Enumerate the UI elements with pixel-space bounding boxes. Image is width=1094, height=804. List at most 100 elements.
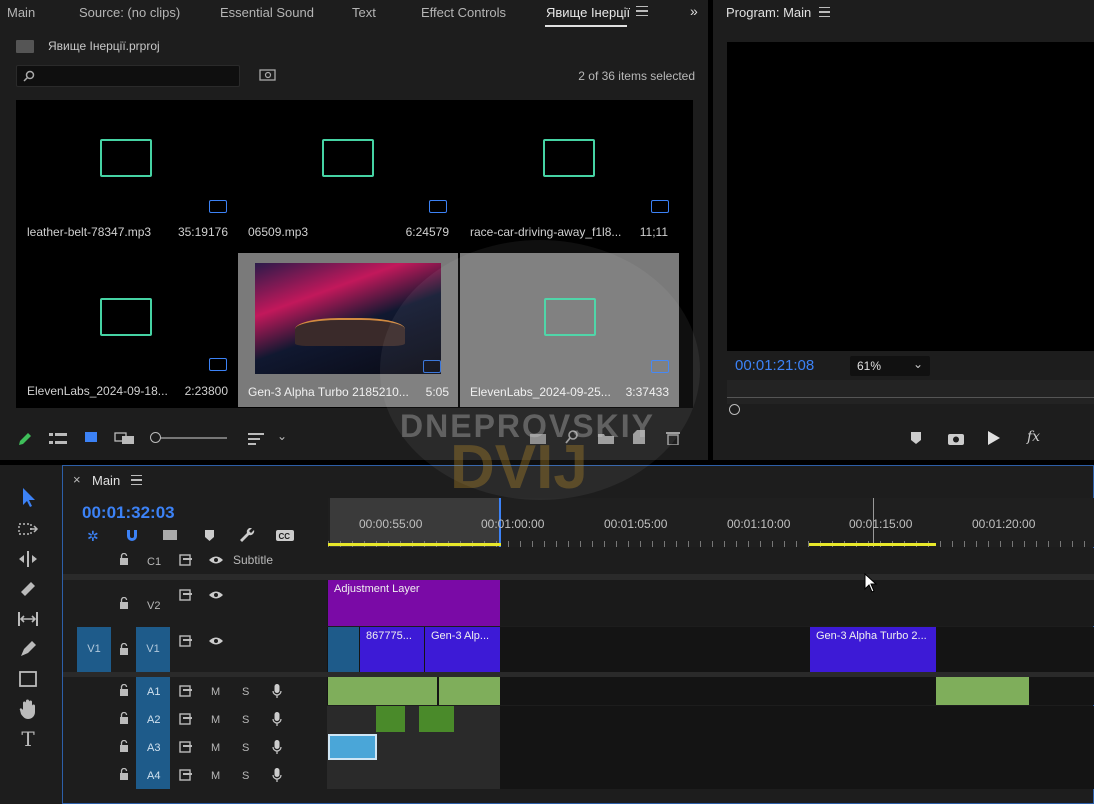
program-scrub-bar[interactable]: [727, 380, 1094, 404]
mute-button[interactable]: M: [211, 686, 220, 698]
linked-selection-icon[interactable]: [162, 528, 178, 542]
project-item[interactable]: ElevenLabs_2024-09-18... 2:23800: [20, 254, 240, 408]
eye-icon[interactable]: [208, 590, 224, 600]
type-tool-icon[interactable]: T: [16, 727, 40, 751]
track-name-a2[interactable]: A2: [147, 714, 160, 726]
tab-main[interactable]: Main: [7, 5, 35, 20]
sync-lock-icon[interactable]: [179, 769, 193, 781]
microphone-icon[interactable]: [272, 684, 282, 698]
program-monitor-title[interactable]: Program: Main: [726, 5, 811, 20]
project-item-selected[interactable]: Gen-3 Alpha Turbo 2185210... 5:05: [238, 253, 458, 407]
panel-menu-icon[interactable]: [819, 7, 830, 17]
video-clip[interactable]: [328, 627, 359, 672]
audio-clip-selected[interactable]: [328, 734, 377, 760]
project-item[interactable]: leather-belt-78347.mp3 35:19176: [20, 100, 240, 254]
tab-source[interactable]: Source: (no clips): [79, 5, 180, 20]
microphone-icon[interactable]: [272, 768, 282, 782]
project-item-selected[interactable]: ElevenLabs_2024-09-25... 3:37433: [460, 253, 679, 407]
lock-icon[interactable]: [119, 684, 129, 696]
tab-essential-sound[interactable]: Essential Sound: [220, 5, 314, 20]
track-target-v1[interactable]: V1: [136, 627, 170, 672]
audio-clip[interactable]: [936, 677, 1029, 705]
track-name-a1[interactable]: A1: [147, 686, 160, 698]
eye-icon[interactable]: [208, 555, 224, 565]
microphone-icon[interactable]: [272, 712, 282, 726]
eye-icon[interactable]: [208, 636, 224, 646]
overflow-chevron-icon[interactable]: »: [690, 3, 698, 19]
nest-sequence-icon[interactable]: ✲: [87, 528, 99, 545]
ripple-edit-tool-icon[interactable]: [16, 547, 40, 571]
sync-lock-icon[interactable]: [179, 589, 193, 601]
solo-button[interactable]: S: [242, 686, 249, 698]
new-item-icon[interactable]: [632, 430, 646, 445]
list-view-icon[interactable]: [49, 432, 67, 446]
icon-view-icon[interactable]: [84, 432, 98, 444]
tab-effect-controls[interactable]: Effect Controls: [421, 5, 506, 20]
captions-cc-icon[interactable]: CC: [275, 529, 295, 542]
project-item[interactable]: 06509.mp3 6:24579: [242, 100, 462, 254]
selection-tool-icon[interactable]: [16, 485, 40, 509]
sync-lock-icon[interactable]: [179, 741, 193, 753]
effects-fx-icon[interactable]: fx: [1027, 429, 1040, 445]
track-select-tool-icon[interactable]: [16, 517, 40, 541]
video-clip[interactable]: Gen-3 Alpha Turbo 2...: [810, 627, 936, 672]
program-video-area[interactable]: [727, 42, 1094, 351]
panel-menu-icon[interactable]: [131, 475, 142, 485]
program-timecode[interactable]: 00:01:21:08: [735, 357, 814, 374]
trash-icon[interactable]: [666, 430, 680, 445]
find-bin-icon[interactable]: [259, 68, 277, 82]
audio-clip[interactable]: [419, 706, 454, 732]
hand-tool-icon[interactable]: [16, 697, 40, 721]
pen-tool-icon[interactable]: [16, 637, 40, 661]
audio-clip[interactable]: [376, 706, 405, 732]
timeline-timecode[interactable]: 00:01:32:03: [82, 503, 175, 523]
marker-icon[interactable]: [910, 431, 922, 445]
playhead-handle[interactable]: [729, 404, 740, 415]
tab-project[interactable]: Явище Інерції: [546, 5, 630, 20]
mute-button[interactable]: M: [211, 742, 220, 754]
panel-menu-icon[interactable]: [636, 6, 648, 16]
chevron-down-icon[interactable]: ⌄: [277, 429, 287, 443]
rectangle-tool-icon[interactable]: [16, 667, 40, 691]
lock-icon[interactable]: [119, 768, 129, 780]
video-clip[interactable]: Gen-3 Alp...: [425, 627, 500, 672]
camera-icon[interactable]: [947, 431, 965, 445]
video-clip[interactable]: 867775...: [360, 627, 424, 672]
play-icon[interactable]: [987, 430, 1001, 446]
automate-sequence-icon[interactable]: [529, 431, 547, 445]
microphone-icon[interactable]: [272, 740, 282, 754]
snap-magnet-icon[interactable]: [125, 528, 139, 542]
lock-icon[interactable]: [119, 740, 129, 752]
lock-icon[interactable]: [119, 597, 129, 609]
sync-lock-icon[interactable]: [179, 713, 193, 725]
project-search-input[interactable]: [16, 65, 240, 87]
sync-lock-icon[interactable]: [179, 635, 193, 647]
wrench-icon[interactable]: [239, 528, 255, 544]
source-patch-v1[interactable]: V1: [77, 627, 111, 672]
find-icon[interactable]: [565, 430, 579, 444]
project-item[interactable]: race-car-driving-away_f1l8... 11;11: [464, 100, 684, 254]
adjustment-layer-clip[interactable]: Adjustment Layer: [328, 580, 500, 626]
close-icon[interactable]: ×: [73, 472, 81, 487]
tab-text[interactable]: Text: [352, 5, 376, 20]
zoom-level-select[interactable]: 61% ⌄: [850, 356, 930, 376]
track-name-a3[interactable]: A3: [147, 742, 160, 754]
razor-tool-icon[interactable]: [16, 577, 40, 601]
sync-lock-icon[interactable]: [179, 685, 193, 697]
solo-button[interactable]: S: [242, 742, 249, 754]
track-name-a4[interactable]: A4: [147, 770, 160, 782]
audio-clip[interactable]: [328, 677, 437, 705]
slip-tool-icon[interactable]: [16, 607, 40, 631]
lock-icon[interactable]: [119, 712, 129, 724]
new-bin-icon[interactable]: [597, 431, 615, 445]
sync-lock-icon[interactable]: [179, 554, 193, 566]
solo-button[interactable]: S: [242, 714, 249, 726]
add-marker-icon[interactable]: [204, 529, 215, 542]
mute-button[interactable]: M: [211, 770, 220, 782]
mute-button[interactable]: M: [211, 714, 220, 726]
sort-icon[interactable]: [248, 432, 264, 446]
zoom-slider[interactable]: [150, 432, 228, 444]
solo-button[interactable]: S: [242, 770, 249, 782]
timeline-tab[interactable]: Main: [92, 473, 120, 488]
lock-icon[interactable]: [119, 643, 129, 655]
